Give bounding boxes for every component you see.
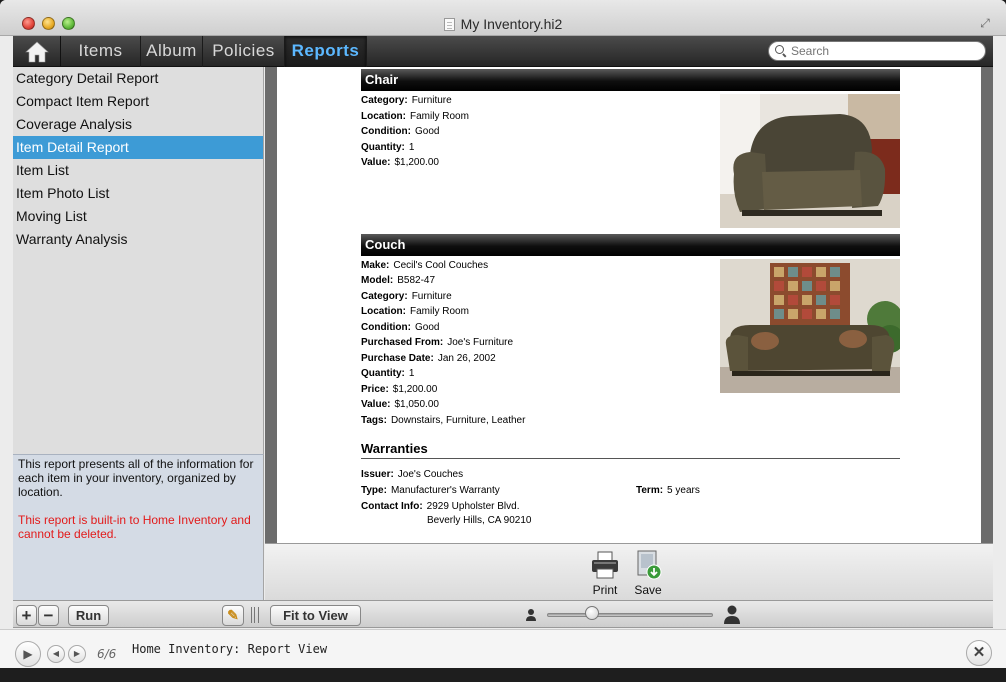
report-viewer[interactable]: Chair Category: Furniture Location: Family… — [265, 67, 993, 543]
save-button[interactable]: Save — [628, 550, 668, 597]
zoom-slider-knob[interactable] — [585, 606, 599, 620]
chair-section-header: Chair — [361, 69, 900, 91]
report-item-warranty-analysis[interactable]: Warranty Analysis — [13, 228, 263, 251]
zoom-out-person-icon[interactable] — [525, 608, 537, 622]
warranty-type: Type: Manufacturer's Warranty — [361, 485, 500, 496]
warranty-contact: Contact Info: 2929 Upholster Blvd. — [361, 501, 520, 512]
pencil-icon: ✎ — [227, 607, 239, 623]
report-item-moving-list[interactable]: Moving List — [13, 205, 263, 228]
splitter-grip-icon[interactable] — [251, 607, 259, 623]
previous-button[interactable]: ◀ — [47, 645, 65, 663]
close-icon: ✕ — [972, 644, 986, 661]
report-item-item-photo-list[interactable]: Item Photo List — [13, 182, 263, 205]
window-title: My Inventory.hi2 — [0, 16, 1006, 32]
edit-report-button[interactable]: ✎ — [222, 605, 244, 626]
couch-section-header: Couch — [361, 234, 900, 256]
title-bar: My Inventory.hi2 ⤢ — [0, 0, 1006, 36]
window-title-text: My Inventory.hi2 — [460, 16, 563, 32]
report-item-compact-item[interactable]: Compact Item Report — [13, 90, 263, 113]
warranty-contact-line2: Beverly Hills, CA 90210 — [427, 515, 532, 526]
tab-album[interactable]: Album — [141, 36, 203, 67]
builtin-warning: This report is built-in to Home Inventor… — [18, 513, 251, 541]
add-report-button[interactable]: + — [16, 605, 37, 626]
run-report-button[interactable]: Run — [68, 605, 109, 626]
save-label: Save — [634, 583, 662, 597]
print-button[interactable]: Print — [585, 550, 625, 597]
previous-icon: ◀ — [52, 649, 60, 658]
next-button[interactable]: ▶ — [68, 645, 86, 663]
app-window: My Inventory.hi2 ⤢ Items Album Policies … — [0, 0, 1006, 682]
step-counter: 6/6 — [97, 647, 117, 661]
tab-policies[interactable]: Policies — [203, 36, 285, 67]
chair-photo — [720, 94, 900, 228]
couch-field: Model: B582-47 — [361, 275, 436, 286]
couch-field: Value: $1,050.00 — [361, 399, 439, 410]
play-icon: ▶ — [23, 647, 33, 661]
couch-field: Purchased From: Joe's Furniture — [361, 337, 514, 348]
report-page: Chair Category: Furniture Location: Family… — [277, 67, 981, 543]
bottom-toolbar: + − Run ✎ Fit to View — [13, 600, 993, 628]
status-bar: ▶ ◀ ▶ 6/6 Home Inventory: Report View ✕ — [0, 629, 1006, 682]
warranties-heading: Warranties — [361, 441, 900, 459]
zoom-slider[interactable] — [547, 613, 713, 617]
chair-field: Location: Family Room — [361, 111, 469, 122]
warranty-term: Term: 5 years — [636, 485, 700, 496]
report-item-item-list[interactable]: Item List — [13, 159, 263, 182]
zoom-in-person-icon[interactable] — [723, 605, 741, 625]
report-action-bar: Print Save — [265, 543, 993, 600]
search-input[interactable] — [791, 44, 971, 58]
home-button[interactable] — [13, 36, 61, 67]
print-label: Print — [592, 583, 618, 597]
report-list: Category Detail Report Compact Item Repo… — [13, 67, 264, 454]
printer-icon — [590, 550, 620, 580]
couch-field: Purchase Date: Jan 26, 2002 — [361, 353, 496, 364]
couch-photo — [720, 259, 900, 393]
fit-to-view-button[interactable]: Fit to View — [270, 605, 361, 626]
tab-reports[interactable]: Reports — [285, 36, 367, 67]
search-icon — [775, 45, 787, 57]
couch-field: Make: Cecil's Cool Couches — [361, 260, 489, 271]
next-icon: ▶ — [73, 649, 81, 658]
chair-field: Quantity: 1 — [361, 142, 415, 153]
couch-field: Category: Furniture — [361, 291, 452, 302]
fullscreen-icon[interactable]: ⤢ — [978, 16, 992, 30]
status-caption: Home Inventory: Report View — [132, 642, 328, 656]
chair-field: Value: $1,200.00 — [361, 157, 439, 168]
remove-report-button[interactable]: − — [38, 605, 59, 626]
couch-field: Tags: Downstairs, Furniture, Leather — [361, 415, 526, 426]
chair-field: Category: Furniture — [361, 95, 452, 106]
search-field[interactable] — [768, 41, 986, 61]
chair-field: Condition: Good — [361, 126, 440, 137]
report-description-pane: This report presents all of the informat… — [13, 454, 264, 600]
close-status-button[interactable]: ✕ — [966, 640, 992, 666]
play-button[interactable]: ▶ — [15, 641, 41, 667]
document-icon — [443, 18, 455, 31]
report-description: This report presents all of the informat… — [18, 457, 254, 499]
save-icon — [633, 550, 663, 580]
couch-field: Price: $1,200.00 — [361, 384, 438, 395]
report-item-item-detail[interactable]: Item Detail Report — [13, 136, 263, 159]
main-tab-bar: Items Album Policies Reports — [13, 36, 993, 67]
tab-items[interactable]: Items — [61, 36, 141, 67]
home-icon — [24, 41, 49, 62]
couch-field: Quantity: 1 — [361, 368, 415, 379]
warranty-issuer: Issuer: Joe's Couches — [361, 469, 464, 480]
couch-field: Condition: Good — [361, 322, 440, 333]
couch-field: Location: Family Room — [361, 306, 469, 317]
report-item-category-detail[interactable]: Category Detail Report — [13, 67, 263, 90]
report-item-coverage-analysis[interactable]: Coverage Analysis — [13, 113, 263, 136]
